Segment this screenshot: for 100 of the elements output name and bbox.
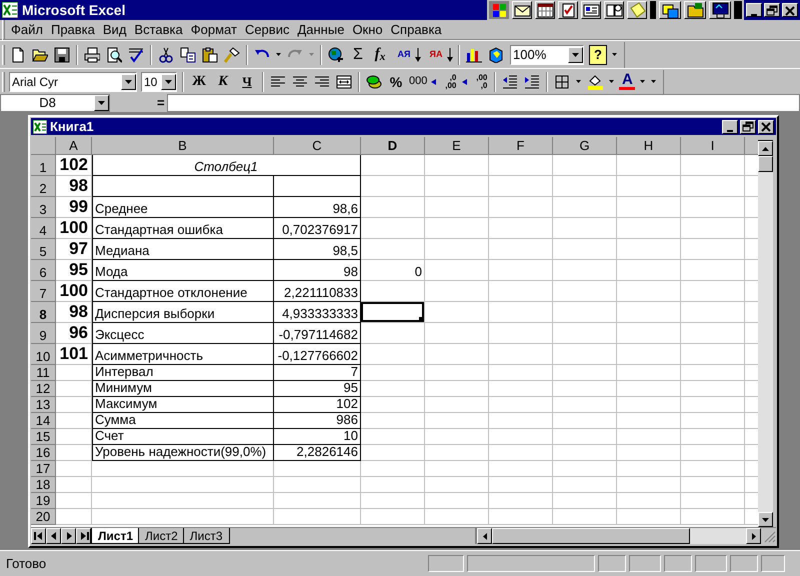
menu-item[interactable]: Правка — [46, 20, 99, 40]
menu-item[interactable]: Справка — [386, 20, 446, 40]
row-header[interactable]: 14 — [31, 413, 56, 429]
column-header[interactable]: I — [681, 137, 745, 155]
row-header[interactable]: 12 — [31, 381, 56, 397]
row-header[interactable]: 9 — [31, 323, 56, 344]
row-header[interactable]: 2 — [31, 176, 56, 197]
printer-icon[interactable] — [84, 46, 100, 62]
column-header[interactable]: F — [489, 137, 553, 155]
column-header[interactable]: H — [617, 137, 681, 155]
row-header[interactable]: 11 — [31, 365, 56, 381]
save-icon[interactable] — [54, 46, 70, 62]
dropdown-arrow-icon[interactable] — [572, 52, 579, 56]
caret-icon[interactable] — [609, 80, 614, 83]
merge-cells-icon[interactable] — [336, 74, 352, 90]
borders-icon[interactable] — [554, 74, 570, 90]
row-header[interactable]: 8 — [31, 302, 56, 323]
right-arrow-icon[interactable] — [752, 532, 756, 540]
monitor-icon[interactable] — [712, 2, 728, 18]
autosum-button[interactable]: Σ — [349, 44, 367, 64]
horizontal-scrollbar[interactable] — [475, 528, 761, 544]
restore-icon[interactable] — [742, 121, 754, 132]
close-icon[interactable] — [760, 121, 772, 132]
column-header[interactable]: C — [274, 137, 361, 155]
align-right-icon[interactable] — [314, 74, 330, 90]
close-icon[interactable] — [784, 4, 796, 16]
folder-icon[interactable] — [686, 2, 704, 18]
row-header[interactable]: 6 — [31, 260, 56, 281]
function-button[interactable]: f$_{x}$ — [371, 44, 389, 64]
sort-ascending-button[interactable]: АЯ — [395, 44, 413, 64]
note-icon[interactable] — [628, 2, 646, 18]
caret-icon[interactable] — [276, 53, 281, 56]
align-left-icon[interactable] — [270, 74, 286, 90]
help-button[interactable]: ? — [589, 44, 607, 64]
previous-sheet-icon[interactable] — [48, 531, 58, 541]
zoom-combo[interactable]: 100% — [510, 44, 584, 64]
italic-button[interactable]: К — [213, 72, 233, 92]
name-box[interactable]: D8 — [0, 94, 110, 112]
column-header[interactable]: B — [92, 137, 274, 155]
sheet-tab[interactable]: Лист3 — [182, 528, 230, 544]
row-header[interactable]: 7 — [31, 281, 56, 302]
row-header[interactable]: 3 — [31, 197, 56, 218]
vertical-scrollbar[interactable] — [758, 137, 773, 527]
bar-chart-icon[interactable] — [466, 46, 482, 62]
up-arrow-icon[interactable] — [762, 146, 769, 150]
underline-button[interactable]: Ч — [237, 72, 257, 92]
row-header[interactable]: 16 — [31, 445, 56, 461]
increase-decimal-button[interactable]: ,0 ,00 — [438, 72, 456, 92]
caret-icon[interactable] — [612, 53, 617, 56]
menu-item[interactable]: Сервис — [240, 20, 294, 40]
font-color-button[interactable]: A — [622, 73, 633, 87]
row-header[interactable]: 4 — [31, 218, 56, 239]
row-header[interactable]: 10 — [31, 344, 56, 365]
document-icon[interactable] — [10, 46, 26, 62]
sheet-tab[interactable]: Лист2 — [138, 528, 185, 544]
coins-icon[interactable] — [366, 74, 382, 90]
row-header[interactable]: 15 — [31, 429, 56, 445]
folder-icon[interactable] — [32, 46, 48, 62]
bold-button[interactable]: Ж — [189, 72, 209, 92]
brush-icon[interactable] — [224, 46, 240, 62]
column-header[interactable]: E — [425, 137, 489, 155]
left-arrow-icon[interactable] — [482, 532, 486, 540]
indent-icon[interactable] — [524, 74, 540, 90]
dropdown-arrow-icon[interactable] — [165, 80, 172, 84]
row-header[interactable]: 17 — [31, 461, 56, 477]
outdent-icon[interactable] — [502, 74, 518, 90]
column-header[interactable]: A — [56, 137, 92, 155]
row-header[interactable]: 5 — [31, 239, 56, 260]
menu-item[interactable]: Формат — [186, 20, 241, 40]
dropdown-arrow-icon[interactable] — [125, 80, 132, 84]
windows-icon[interactable] — [662, 2, 678, 18]
menu-item[interactable]: Вид — [98, 20, 130, 40]
menu-item[interactable]: Данные — [293, 20, 348, 40]
globe-icon[interactable] — [328, 46, 344, 62]
restore-icon[interactable] — [766, 4, 778, 16]
cut-icon[interactable] — [158, 46, 174, 62]
font-size-combo[interactable]: 10 — [141, 72, 177, 92]
formula-input-field[interactable] — [167, 94, 800, 112]
checklist-icon[interactable] — [560, 2, 576, 18]
scroll-thumb[interactable] — [492, 528, 690, 544]
office-logo-icon[interactable] — [490, 2, 508, 18]
column-header[interactable]: D — [361, 137, 425, 155]
row-header[interactable]: 20 — [31, 509, 56, 525]
menu-item[interactable]: Файл — [7, 20, 47, 40]
column-header[interactable]: G — [553, 137, 617, 155]
row-header[interactable]: 18 — [31, 477, 56, 493]
down-arrow-icon[interactable] — [762, 518, 769, 522]
row-header[interactable]: 19 — [31, 493, 56, 509]
fill-handle[interactable] — [419, 317, 424, 322]
calendar-icon[interactable] — [536, 2, 554, 18]
row-header[interactable]: 1 — [31, 155, 56, 176]
split-box[interactable] — [758, 137, 773, 141]
spelling-check-icon[interactable] — [128, 46, 144, 62]
row-header[interactable]: 13 — [31, 397, 56, 413]
last-sheet-icon[interactable] — [78, 531, 88, 541]
menu-item[interactable]: Вставка — [130, 20, 187, 40]
align-center-icon[interactable] — [292, 74, 308, 90]
dropdown-arrow-icon[interactable] — [98, 101, 105, 105]
font-combo[interactable]: Arial Cyr — [9, 72, 137, 92]
card-icon[interactable] — [582, 2, 600, 18]
